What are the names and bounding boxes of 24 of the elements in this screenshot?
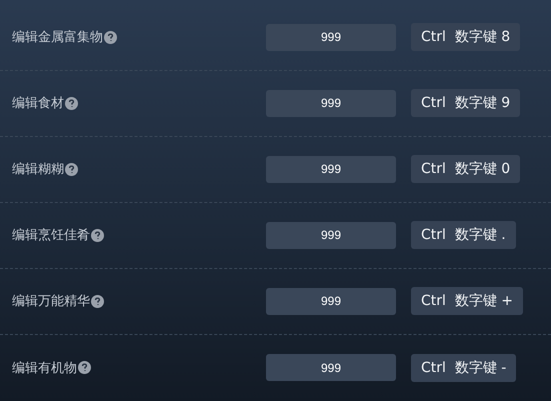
help-icon[interactable]	[91, 294, 104, 308]
option-label: 编辑糊糊	[12, 161, 64, 178]
value-field[interactable]: 999	[266, 222, 396, 248]
hotkey-button[interactable]: Ctrl 数字键 9	[411, 89, 520, 117]
hotkey-button[interactable]: Ctrl 数字键 .	[411, 221, 516, 249]
help-icon[interactable]	[78, 361, 91, 374]
help-icon[interactable]	[65, 96, 78, 110]
hotkey-button[interactable]: Ctrl 数字键 -	[411, 354, 516, 382]
help-icon[interactable]	[91, 228, 104, 242]
hotkey-button[interactable]: Ctrl 数字键 0	[411, 155, 520, 183]
help-icon[interactable]	[104, 30, 117, 44]
option-label: 编辑食材	[12, 95, 64, 112]
help-icon[interactable]	[65, 162, 78, 176]
value-field[interactable]: 999	[266, 90, 396, 116]
value-field[interactable]: 999	[266, 288, 396, 314]
hotkey-button[interactable]: Ctrl 数字键 +	[411, 287, 523, 315]
value-field[interactable]: 999	[266, 24, 396, 50]
option-label: 编辑万能精华	[12, 293, 90, 310]
option-label: 编辑有机物	[12, 360, 77, 376]
value-field[interactable]: 999	[266, 156, 396, 182]
option-label: 编辑烹饪佳肴	[12, 227, 90, 244]
hotkey-button[interactable]: Ctrl 数字键 8	[411, 23, 520, 51]
option-label: 编辑金属富集物	[12, 29, 103, 46]
value-field[interactable]: 999	[266, 354, 396, 381]
